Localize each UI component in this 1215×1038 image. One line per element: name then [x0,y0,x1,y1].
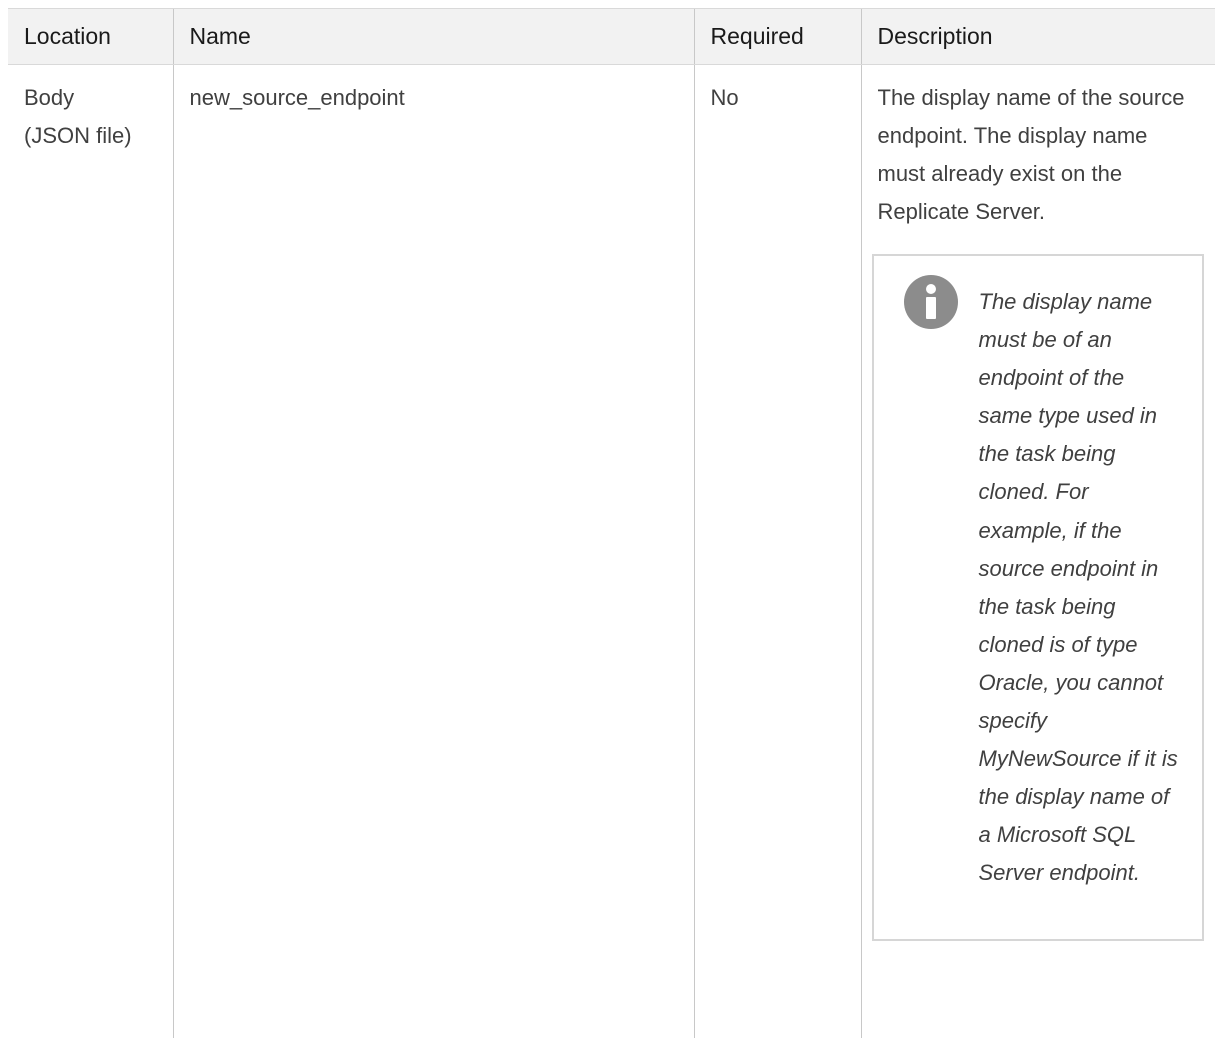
table-row: Body (JSON file) new_source_endpoint No … [8,64,1215,1038]
location-line-1: Body [24,85,75,110]
cell-description: The display name of the source endpoint.… [860,64,1215,1038]
header-name: Name [172,8,694,65]
header-description: Description [860,8,1215,65]
cell-required: No [693,64,861,1038]
cell-name: new_source_endpoint [172,64,694,1038]
note-text: The display name must be of an endpoint … [978,289,1178,886]
required-value: No [710,85,739,110]
table-header-row: Location Name Required Description [8,8,1215,65]
note-box: The display name must be of an endpoint … [871,254,1204,941]
header-location: Location [8,8,173,65]
description-text: The display name of the source endpoint.… [877,85,1185,224]
parameter-name: new_source_endpoint [189,85,405,110]
cell-location: Body (JSON file) [8,65,173,1038]
location-line-2: (JSON file) [24,123,132,148]
info-icon [903,275,958,329]
header-required: Required [693,8,861,65]
parameters-table: Location Name Required Description Body … [8,8,1215,1038]
info-icon-dot [925,284,936,294]
info-icon-stem [925,297,936,319]
